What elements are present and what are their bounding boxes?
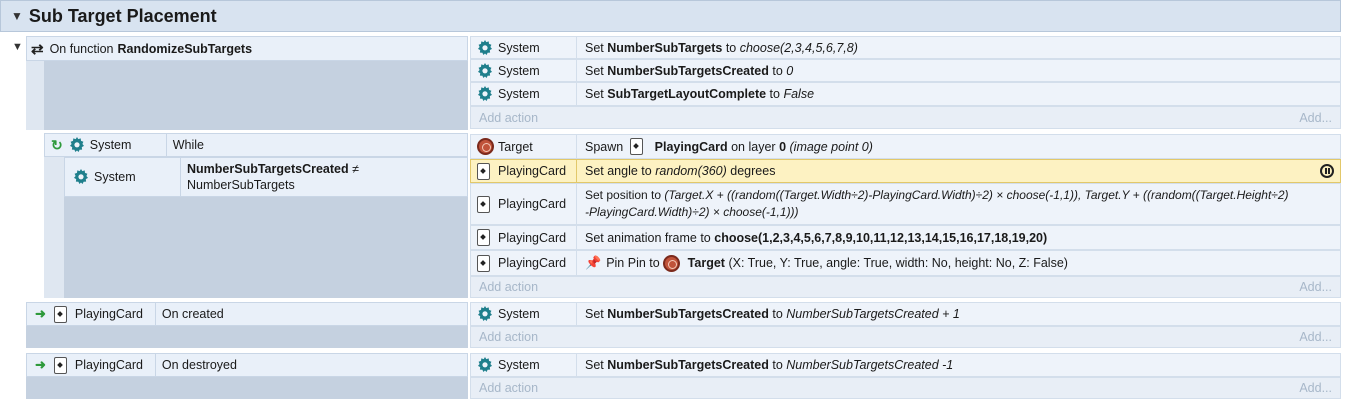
- action-set-angle[interactable]: Set angle to random(360) degrees: [576, 159, 1341, 183]
- gear-icon: [477, 40, 493, 56]
- event-1-condition[interactable]: ⇄ On function RandomizeSubTargets: [26, 36, 468, 61]
- action-object-playingcard[interactable]: PlayingCard: [470, 183, 577, 225]
- trigger-prefix: On function: [49, 41, 114, 56]
- action-object-playingcard[interactable]: PlayingCard: [470, 159, 577, 183]
- group-header[interactable]: ▼ Sub Target Placement: [0, 0, 1341, 32]
- group-title: Sub Target Placement: [28, 5, 217, 26]
- action-object-playingcard[interactable]: PlayingCard: [470, 225, 577, 250]
- action-set-layout-complete[interactable]: Set SubTargetLayoutComplete to False: [576, 82, 1341, 106]
- add-action-button[interactable]: Add action Add...: [470, 326, 1341, 348]
- playing-card-icon: [630, 138, 644, 155]
- playing-card-icon: [477, 195, 490, 213]
- add-more-button[interactable]: Add...: [1299, 381, 1332, 395]
- target-icon: [663, 254, 681, 272]
- playing-card-icon: [53, 356, 67, 374]
- target-icon: [477, 138, 494, 155]
- playing-card-icon: [53, 305, 67, 323]
- gear-icon: [69, 137, 85, 153]
- function-trigger-icon: ⇄: [31, 40, 44, 58]
- add-action-button[interactable]: Add action Add...: [470, 106, 1341, 129]
- add-more-button[interactable]: Add...: [1299, 111, 1332, 125]
- event-1-expander[interactable]: ▼: [12, 41, 23, 53]
- trigger-arrow-icon: ➜: [35, 357, 46, 372]
- action-decrement-created[interactable]: Set NumberSubTargetsCreated to NumberSub…: [576, 353, 1341, 377]
- action-object-playingcard[interactable]: PlayingCard: [470, 250, 577, 276]
- loop-icon: ↻: [51, 136, 63, 153]
- action-object-system[interactable]: System: [470, 353, 577, 377]
- action-object-system[interactable]: System: [470, 302, 577, 326]
- condition-compare[interactable]: System NumberSubTargetsCreated ≠ NumberS…: [64, 157, 468, 197]
- add-action-button[interactable]: Add action Add...: [470, 276, 1341, 298]
- pause-icon[interactable]: [1320, 164, 1334, 178]
- event-2-margin: [44, 133, 64, 298]
- action-set-number-sub-targets[interactable]: Set NumberSubTargets to choose(2,3,4,5,6…: [576, 36, 1341, 59]
- action-set-animation-frame[interactable]: Set animation frame to choose(1,2,3,4,5,…: [576, 225, 1341, 250]
- trigger-arrow-icon: ➜: [35, 306, 46, 321]
- action-pin[interactable]: 📌 Pin Pin to Target (X: True, Y: True, a…: [576, 250, 1341, 276]
- gear-icon: [477, 86, 493, 102]
- action-object-system[interactable]: System: [470, 82, 577, 106]
- gear-icon: [73, 169, 89, 185]
- action-spawn[interactable]: Spawn PlayingCard on layer 0 (image poin…: [576, 134, 1341, 159]
- gear-icon: [477, 306, 493, 322]
- add-more-button[interactable]: Add...: [1299, 330, 1332, 344]
- condition-while[interactable]: ↻ System While: [44, 133, 468, 157]
- action-increment-created[interactable]: Set NumberSubTargetsCreated to NumberSub…: [576, 302, 1341, 326]
- collapse-triangle-icon[interactable]: ▼: [11, 9, 23, 23]
- add-more-button[interactable]: Add...: [1299, 280, 1332, 294]
- action-set-created[interactable]: Set NumberSubTargetsCreated to 0: [576, 59, 1341, 82]
- playing-card-icon: [477, 229, 490, 246]
- condition-on-destroyed[interactable]: ➜ PlayingCard On destroyed: [26, 353, 468, 377]
- action-object-system[interactable]: System: [470, 59, 577, 82]
- gear-icon: [477, 357, 493, 373]
- action-set-position[interactable]: Set position to (Target.X + ((random((Ta…: [576, 183, 1341, 225]
- gear-icon: [477, 63, 493, 79]
- condition-on-created[interactable]: ➜ PlayingCard On created: [26, 302, 468, 326]
- playing-card-icon: [477, 254, 490, 272]
- pin-icon: 📌: [585, 255, 602, 270]
- action-object-system[interactable]: System: [470, 36, 577, 59]
- playing-card-icon: [477, 162, 490, 180]
- action-object-target[interactable]: Target: [470, 134, 577, 159]
- add-action-button[interactable]: Add action Add...: [470, 377, 1341, 399]
- function-name: RandomizeSubTargets: [117, 41, 253, 56]
